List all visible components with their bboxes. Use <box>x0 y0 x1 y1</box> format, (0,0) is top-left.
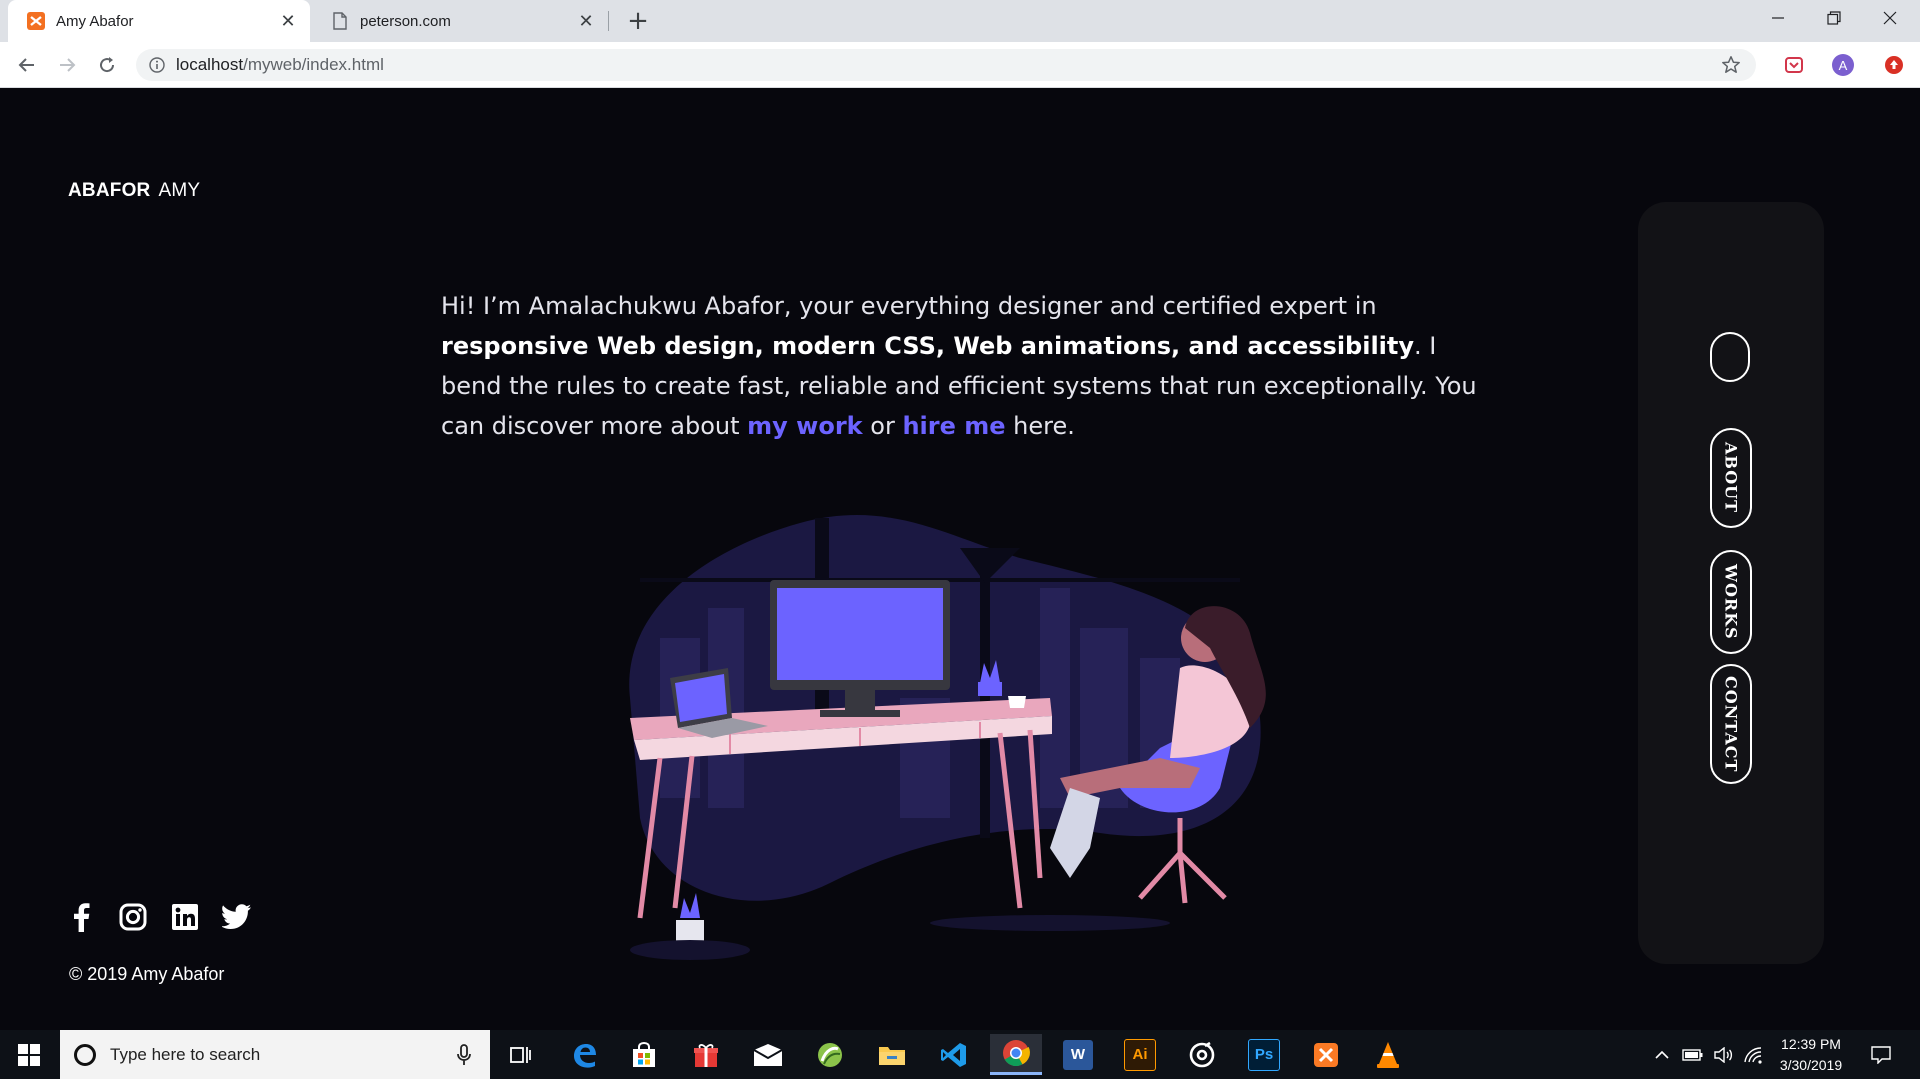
address-bar[interactable]: localhost/myweb/index.html <box>136 49 1756 81</box>
battery-icon[interactable] <box>1680 1030 1706 1079</box>
tab-peterson[interactable]: peterson.com ✕ <box>312 0 608 42</box>
document-icon <box>330 11 350 31</box>
intro-text-1: Hi! I’m Amalachukwu Abafor, your everyth… <box>441 292 1377 320</box>
system-clock[interactable]: 12:39 PM 3/30/2019 <box>1768 1034 1854 1076</box>
linkedin-icon[interactable] <box>168 900 202 934</box>
facebook-icon[interactable] <box>64 900 98 934</box>
windows-logo-icon <box>18 1043 40 1066</box>
brand-first: ABAFOR <box>68 180 151 201</box>
url-path: /myweb/index.html <box>243 55 384 74</box>
url-text: localhost/myweb/index.html <box>176 55 384 75</box>
cortana-icon <box>74 1043 96 1066</box>
intro-text-3: or <box>862 412 903 440</box>
menu-toggle-button[interactable] <box>1710 332 1750 382</box>
tab-amy-abafor[interactable]: Amy Abafor ✕ <box>8 0 310 42</box>
file-explorer-icon[interactable] <box>866 1034 918 1075</box>
close-tab-icon[interactable]: ✕ <box>574 9 598 33</box>
search-placeholder: Type here to search <box>110 1044 261 1064</box>
photoshop-tile: Ps <box>1248 1038 1280 1071</box>
copyright-text: © 2019 Amy Abafor <box>69 964 225 984</box>
side-navigation: ABOUT WORKS CONTACT <box>1638 202 1824 964</box>
edge-icon[interactable] <box>558 1034 610 1075</box>
update-extension-icon[interactable] <box>1882 53 1906 77</box>
url-host: localhost <box>176 55 244 74</box>
portfolio-page: ABAFOR AMY Hi! I’m Amalachukwu Abafor, yo… <box>0 88 1920 1030</box>
wifi-icon[interactable] <box>1740 1030 1766 1079</box>
word-icon[interactable]: W <box>1052 1034 1104 1075</box>
clock-date: 3/30/2019 <box>1779 1057 1843 1073</box>
photoshop-icon[interactable]: Ps <box>1238 1034 1290 1075</box>
nav-works-label: WORKS <box>1721 564 1741 640</box>
app-green-icon[interactable] <box>804 1034 856 1075</box>
site-info-icon[interactable] <box>148 56 166 74</box>
store-icon[interactable] <box>618 1034 670 1075</box>
site-logo[interactable]: ABAFOR AMY <box>68 180 200 202</box>
windows-taskbar: Type here to search W Ai Ps 12:39 PM 3/3… <box>0 1030 1920 1079</box>
intro-paragraph: Hi! I’m Amalachukwu Abafor, your everyth… <box>441 286 1481 446</box>
vscode-icon[interactable] <box>928 1034 980 1075</box>
chrome-icon[interactable] <box>990 1034 1042 1075</box>
close-tab-icon[interactable]: ✕ <box>276 9 300 33</box>
tab-title: peterson.com <box>360 12 451 30</box>
browser-toolbar: localhost/myweb/index.html A <box>0 42 1920 88</box>
clock-time: 12:39 PM <box>1781 1036 1841 1052</box>
intro-expertise: responsive Web design, modern CSS, Web a… <box>441 332 1415 360</box>
vlc-icon[interactable] <box>1362 1034 1414 1075</box>
twitter-icon[interactable] <box>220 900 254 934</box>
volume-icon[interactable] <box>1710 1030 1736 1079</box>
new-tab-button[interactable]: + <box>624 6 652 36</box>
my-work-link[interactable]: my work <box>747 412 862 440</box>
social-links <box>64 900 254 934</box>
instagram-icon[interactable] <box>116 900 150 934</box>
task-view-icon[interactable] <box>494 1034 546 1075</box>
tab-strip: Amy Abafor ✕ peterson.com ✕ + <box>0 0 1920 42</box>
microphone-icon[interactable] <box>452 1043 476 1067</box>
gift-icon[interactable] <box>680 1034 732 1075</box>
pocket-extension-icon[interactable] <box>1782 53 1806 77</box>
nav-about-button[interactable]: ABOUT <box>1710 428 1752 528</box>
nav-contact-label: CONTACT <box>1721 675 1741 773</box>
mail-icon[interactable] <box>742 1034 794 1075</box>
brand-second: AMY <box>158 180 201 201</box>
nav-works-button[interactable]: WORKS <box>1710 550 1752 654</box>
profile-initial: A <box>1838 57 1848 73</box>
taskbar-search-box[interactable]: Type here to search <box>60 1030 490 1079</box>
hire-me-link[interactable]: hire me <box>902 412 1005 440</box>
xampp-favicon-icon <box>26 11 46 31</box>
nav-contact-button[interactable]: CONTACT <box>1710 664 1752 784</box>
word-tile: W <box>1063 1039 1093 1070</box>
media-icon[interactable] <box>1176 1034 1228 1075</box>
profile-avatar[interactable]: A <box>1828 50 1858 80</box>
illustrator-icon[interactable]: Ai <box>1114 1034 1166 1075</box>
workspace-illustration <box>629 515 1266 960</box>
forward-button[interactable] <box>52 50 82 80</box>
action-center-icon[interactable] <box>1866 1030 1896 1079</box>
close-window-button[interactable] <box>1862 0 1918 36</box>
tab-title: Amy Abafor <box>56 12 134 30</box>
restore-button[interactable] <box>1806 0 1862 36</box>
xampp-icon[interactable] <box>1300 1034 1352 1075</box>
show-hidden-icons-chevron-icon[interactable] <box>1650 1030 1674 1079</box>
start-button[interactable] <box>0 1030 58 1079</box>
minimize-button[interactable] <box>1750 0 1806 36</box>
back-button[interactable] <box>12 50 42 80</box>
nav-about-label: ABOUT <box>1721 442 1741 514</box>
bookmark-star-icon[interactable] <box>1720 54 1742 76</box>
illustrator-tile: Ai <box>1124 1038 1156 1071</box>
intro-text-4: here. <box>1005 412 1075 440</box>
reload-button[interactable] <box>92 50 122 80</box>
tab-divider <box>608 11 609 31</box>
